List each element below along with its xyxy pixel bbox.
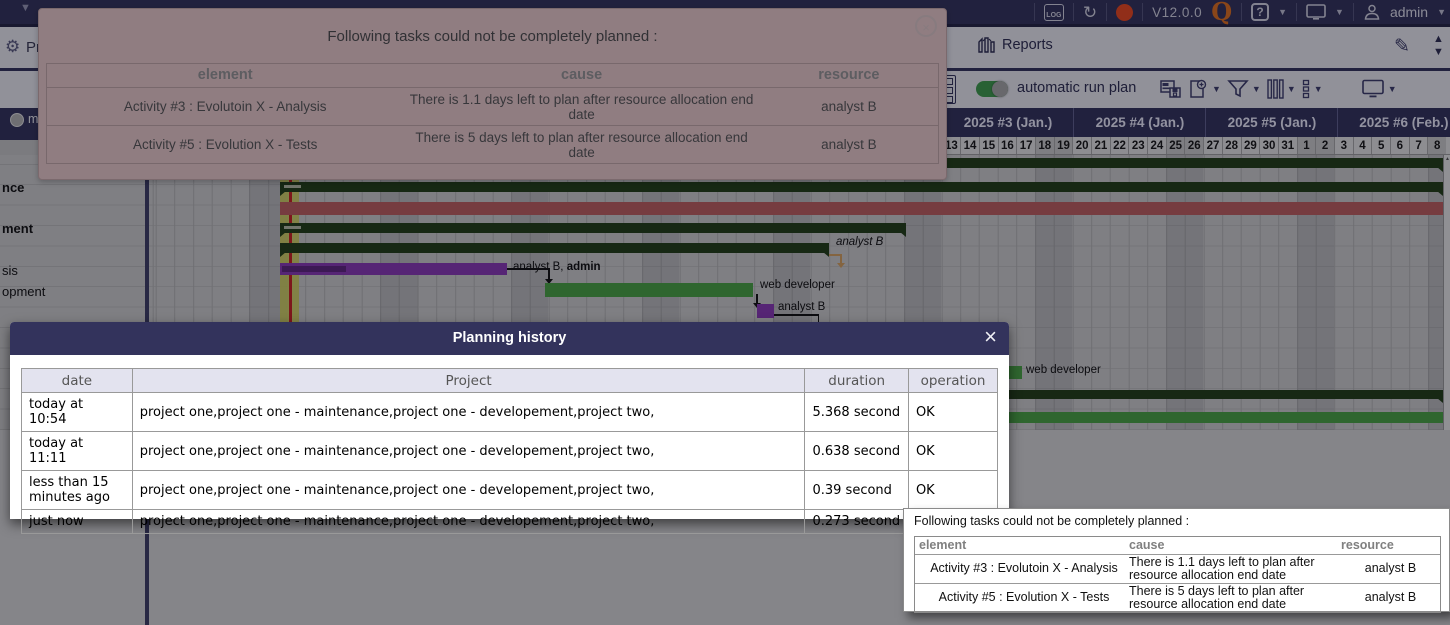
dialog-title: Planning history	[10, 322, 1009, 355]
app-screen: ▼ LOG ↻ V12.0.0 Q ? ▼ ▼ adm	[0, 0, 1450, 625]
column-header-cause: cause	[1129, 537, 1341, 554]
column-header-element: element	[915, 537, 1129, 554]
planning-warning-tooltip: Following tasks could not be completely …	[903, 508, 1450, 612]
date-cell: less than 15 minutes ago	[22, 471, 133, 510]
resource-cell: analyst B	[1341, 555, 1440, 583]
column-header-date[interactable]: date	[22, 369, 133, 393]
resource-cell: analyst B	[1341, 584, 1440, 612]
project-cell: project one,project one - maintenance,pr…	[132, 393, 805, 432]
tooltip-table-row: Activity #5 : Evolution X - Tests There …	[915, 583, 1440, 612]
column-header-resource: resource	[1341, 537, 1440, 554]
history-row[interactable]: today at 11:11 project one,project one -…	[22, 432, 998, 471]
tooltip-table: element cause resource Activity #3 : Evo…	[914, 536, 1441, 613]
dialog-header[interactable]: Planning history ×	[10, 322, 1009, 355]
column-header-duration[interactable]: duration	[805, 369, 908, 393]
column-header-project[interactable]: Project	[132, 369, 805, 393]
project-cell: project one,project one - maintenance,pr…	[132, 432, 805, 471]
duration-cell: 5.368 second	[805, 393, 908, 432]
project-cell: project one,project one - maintenance,pr…	[132, 471, 805, 510]
duration-cell: 0.39 second	[805, 471, 908, 510]
element-cell: Activity #3 : Evolutoin X - Analysis	[915, 555, 1129, 583]
table-header-row: date Project duration operation	[22, 369, 998, 393]
tooltip-table-header: element cause resource	[915, 537, 1440, 554]
close-icon[interactable]: ×	[984, 324, 997, 350]
planning-history-dialog: Planning history × date Project duration…	[10, 322, 1009, 519]
operation-cell: OK	[908, 393, 997, 432]
planning-history-table: date Project duration operation today at…	[21, 368, 998, 534]
column-header-operation[interactable]: operation	[908, 369, 997, 393]
date-cell: today at 10:54	[22, 393, 133, 432]
operation-cell: OK	[908, 471, 997, 510]
tooltip-table-row: Activity #3 : Evolutoin X - Analysis The…	[915, 554, 1440, 583]
duration-cell: 0.638 second	[805, 432, 908, 471]
element-cell: Activity #5 : Evolution X - Tests	[915, 584, 1129, 612]
cause-cell: There is 1.1 days left to plan after res…	[1129, 555, 1341, 583]
duration-cell: 0.273 second	[805, 510, 908, 534]
project-cell: project one,project one - maintenance,pr…	[132, 510, 805, 534]
date-cell: just now	[22, 510, 133, 534]
date-cell: today at 11:11	[22, 432, 133, 471]
operation-cell: OK	[908, 432, 997, 471]
history-row[interactable]: less than 15 minutes ago project one,pro…	[22, 471, 998, 510]
cause-cell: There is 5 days left to plan after resou…	[1129, 584, 1341, 612]
tooltip-title: Following tasks could not be completely …	[914, 514, 1189, 528]
history-row[interactable]: just now project one,project one - maint…	[22, 510, 998, 534]
history-row[interactable]: today at 10:54 project one,project one -…	[22, 393, 998, 432]
